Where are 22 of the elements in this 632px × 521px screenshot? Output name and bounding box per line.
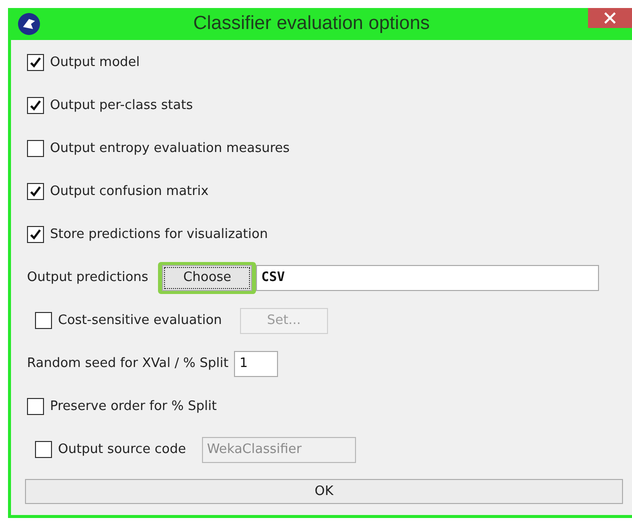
seed-field[interactable]: 1 [234,350,278,376]
checkbox-label[interactable]: Output per-class stats [50,98,193,113]
checkbox-label[interactable]: Preserve order for % Split [50,399,217,414]
checkbox-label[interactable]: Output entropy evaluation measures [50,141,290,156]
checkbox[interactable] [27,398,44,415]
window-title: Classifier evaluation options [192,13,431,35]
checkbox[interactable] [27,54,44,71]
field-label: Output predictions [27,270,148,285]
checkbox-label[interactable]: Output confusion matrix [50,184,209,199]
field-label: Random seed for XVal / % Split [27,356,228,371]
checkbox[interactable] [27,226,44,243]
ok-button[interactable]: OK [25,479,623,504]
checkbox-label[interactable]: Output model [50,55,140,70]
predictions-field[interactable]: CSV [256,264,600,290]
app-icon [17,12,41,36]
choose-button[interactable]: Choose [162,264,252,290]
checkbox-label[interactable]: Store predictions for visualization [50,227,268,242]
close-icon [604,12,616,24]
checkbox[interactable] [27,140,44,157]
checkbox[interactable] [27,183,44,200]
checkbox[interactable] [27,97,44,114]
close-button[interactable] [588,8,632,28]
